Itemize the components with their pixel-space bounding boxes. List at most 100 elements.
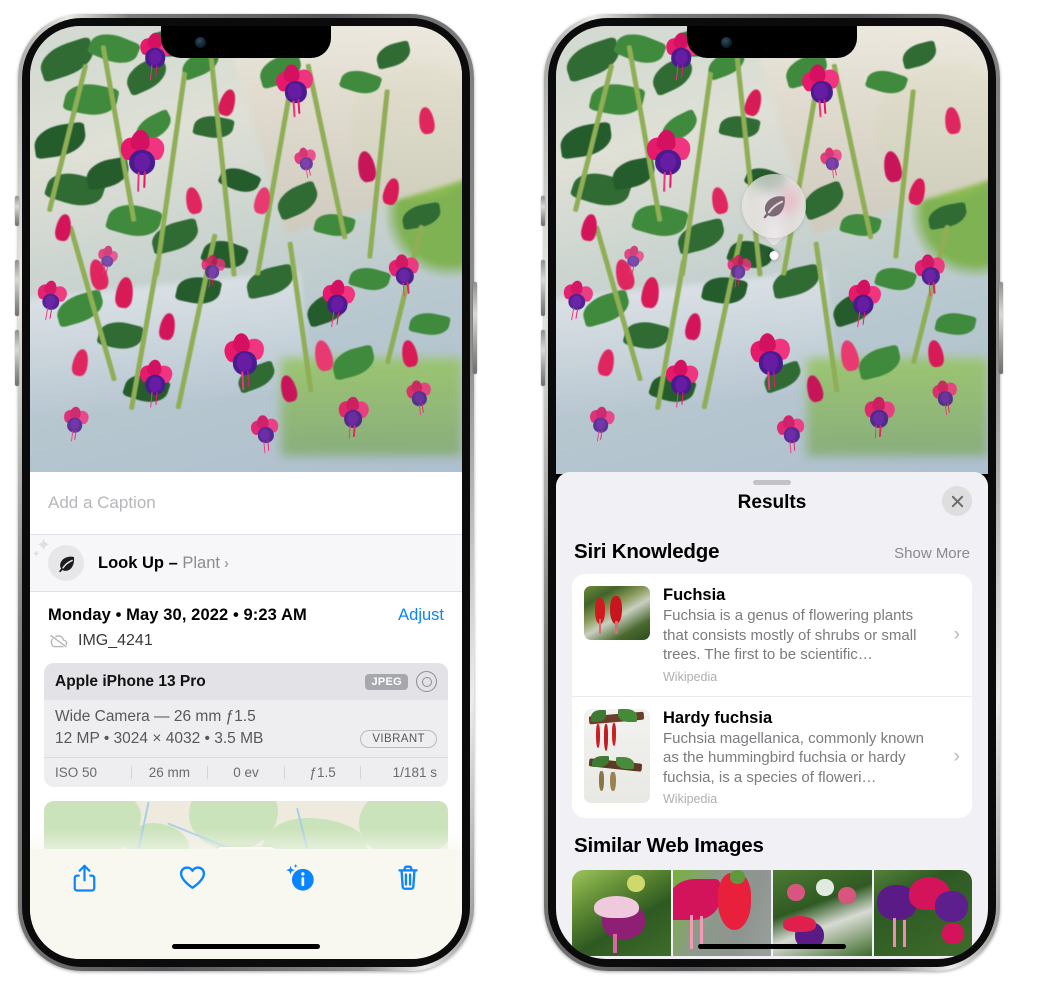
- leaf-shape: [192, 111, 235, 142]
- item-title: Fuchsia: [663, 586, 726, 604]
- fuchsia-bloom: [586, 405, 618, 444]
- knowledge-text: Hardy fuchsia Fuchsia magellanica, commo…: [663, 709, 960, 807]
- fuchsia-bloom: [622, 245, 648, 276]
- item-title: Hardy fuchsia: [663, 708, 773, 727]
- fuchsia-bloom: [929, 380, 961, 417]
- fuchsia-bloom: [910, 253, 948, 298]
- flower-bud: [640, 275, 662, 310]
- leaf-shape: [243, 263, 296, 300]
- leaf-shape: [838, 209, 883, 241]
- image-specs: 12 MP • 3024 × 4032 • 3.5 MB: [55, 730, 264, 747]
- flower-bud: [596, 347, 617, 377]
- flower-bud: [907, 176, 929, 207]
- photo-viewer[interactable]: [556, 26, 988, 474]
- fuchsia-bloom: [115, 129, 170, 193]
- flower-bud: [683, 311, 703, 341]
- sheet-header: Results: [556, 472, 988, 534]
- flower-bud: [838, 338, 862, 373]
- trash-icon: [398, 865, 418, 890]
- metadata-date-row: Monday • May 30, 2022 • 9:23 AM Adjust: [48, 606, 444, 625]
- camera-info-card[interactable]: Apple iPhone 13 Pro JPEG Wide Camera — 2…: [44, 663, 448, 787]
- look-up-row[interactable]: ✦ ✦ Look Up – Plant ›: [30, 534, 462, 591]
- flower-bud: [182, 185, 204, 216]
- show-more-button[interactable]: Show More: [894, 545, 970, 562]
- spec-row: 12 MP • 3024 × 4032 • 3.5 MB VIBRANT: [55, 730, 437, 748]
- aperture-icon: [416, 671, 437, 692]
- side-power-button[interactable]: [473, 282, 477, 374]
- exif-ev: 0 ev: [233, 765, 259, 780]
- chevron-right-icon: ›: [953, 746, 960, 768]
- volume-down-button[interactable]: [15, 330, 19, 386]
- flower-bud: [70, 347, 91, 377]
- camera-badges: JPEG: [365, 671, 437, 692]
- favorite-button[interactable]: [138, 863, 246, 891]
- fuchsia-bloom: [744, 332, 795, 391]
- item-description: Fuchsia magellanica, commonly known as t…: [663, 729, 924, 786]
- silent-switch[interactable]: [15, 196, 19, 226]
- photographic-style-badge: VIBRANT: [360, 730, 437, 748]
- leaf-shape: [855, 343, 905, 381]
- side-power-button[interactable]: [999, 282, 1003, 374]
- flower-bud: [925, 338, 945, 368]
- close-button[interactable]: [942, 486, 972, 516]
- volume-up-button[interactable]: [541, 260, 545, 316]
- leaf-shape: [613, 27, 668, 70]
- fuchsia-bloom: [861, 395, 899, 441]
- silent-switch[interactable]: [541, 196, 545, 226]
- fuchsia-bloom: [773, 415, 807, 455]
- leaf-shape: [769, 263, 822, 300]
- siri-knowledge-card: Fuchsia Fuchsia is a genus of flowering …: [572, 574, 972, 818]
- exif-iso: ISO 50: [55, 765, 98, 780]
- leaf-shape: [718, 111, 761, 142]
- list-item[interactable]: Hardy fuchsia Fuchsia magellanica, commo…: [572, 695, 972, 819]
- format-badge: JPEG: [365, 673, 408, 690]
- capture-date: Monday • May 30, 2022 • 9:23 AM: [48, 606, 307, 624]
- visual-look-up-badge[interactable]: [742, 174, 806, 260]
- caption-field-row[interactable]: Add a Caption: [30, 472, 462, 534]
- right-screen: Results Siri Knowledge Show More Fuchsia…: [556, 26, 988, 959]
- home-indicator[interactable]: [698, 944, 846, 949]
- leaf-shape: [899, 40, 939, 71]
- heart-icon: [179, 866, 205, 889]
- leaf-shape: [864, 65, 909, 99]
- results-sheet: Results Siri Knowledge Show More Fuchsia…: [556, 472, 988, 959]
- leaf-shape: [373, 40, 413, 71]
- screenshot-stage: Add a Caption ✦ ✦ Look Up – Plant › Mond…: [0, 0, 1055, 985]
- item-description: Fuchsia is a genus of flowering plants t…: [663, 607, 917, 663]
- flower-bud: [381, 176, 403, 207]
- fuchsia-thumb: [584, 586, 650, 640]
- chevron-right-icon: ›: [953, 623, 960, 645]
- chevron-right-icon: ›: [223, 554, 229, 572]
- leaf-shape: [338, 65, 383, 99]
- fuchsia-bloom: [724, 253, 754, 289]
- home-indicator[interactable]: [172, 944, 320, 949]
- delete-button[interactable]: [354, 863, 462, 893]
- camera-card-header: Apple iPhone 13 Pro JPEG: [44, 663, 448, 700]
- volume-up-button[interactable]: [15, 260, 19, 316]
- web-image-4[interactable]: [873, 870, 972, 956]
- leaf-icon: [742, 174, 806, 238]
- caption-input[interactable]: Add a Caption: [48, 493, 156, 513]
- fuchsia-bloom: [844, 278, 886, 330]
- left-iphone-device: Add a Caption ✦ ✦ Look Up – Plant › Mond…: [15, 14, 477, 971]
- share-button[interactable]: [30, 863, 138, 894]
- list-item[interactable]: Fuchsia Fuchsia is a genus of flowering …: [572, 574, 972, 696]
- fuchsia-bloom: [198, 253, 228, 289]
- exif-aperture: ƒ1.5: [309, 765, 336, 780]
- icloud-slash-icon: [50, 634, 68, 648]
- info-button[interactable]: [246, 863, 354, 893]
- flower-bud: [216, 87, 239, 118]
- photo-info-panel: Add a Caption ✦ ✦ Look Up – Plant › Mond…: [30, 472, 462, 959]
- photo-viewer[interactable]: [30, 26, 462, 474]
- info-sparkle-icon: [286, 863, 314, 891]
- siri-knowledge-header: Siri Knowledge Show More: [556, 534, 988, 574]
- exif-row: ISO 50 26 mm 0 ev ƒ1.5 1/181 s: [44, 757, 448, 787]
- adjust-button[interactable]: Adjust: [398, 606, 444, 625]
- fuchsia-plant-art: [30, 26, 462, 474]
- fuchsia-bloom: [335, 395, 373, 441]
- leaf-shape: [35, 35, 99, 84]
- web-image-1[interactable]: [572, 870, 671, 956]
- volume-down-button[interactable]: [541, 330, 545, 386]
- look-up-dash: –: [164, 553, 183, 572]
- fuchsia-bloom: [136, 359, 178, 409]
